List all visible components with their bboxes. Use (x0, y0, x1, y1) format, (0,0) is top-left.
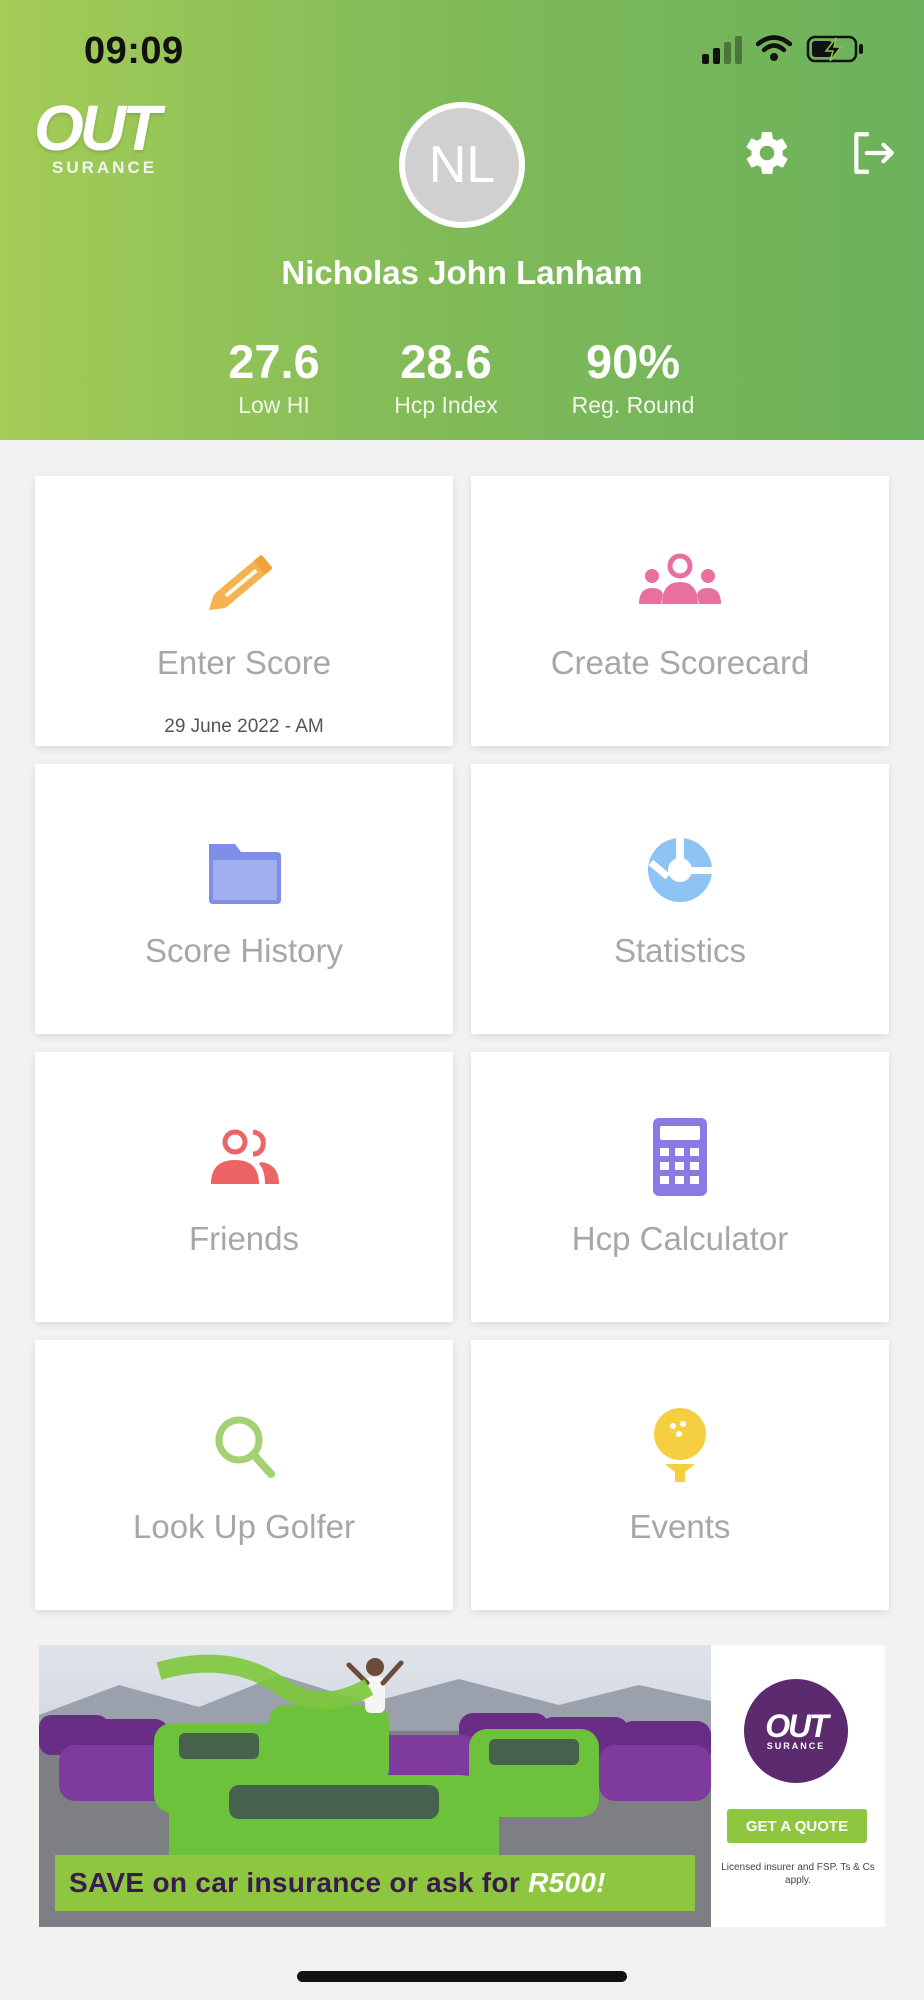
profile-header: 09:09 OUT SURANCE NL Nicholas John Lanha… (0, 0, 924, 440)
group-icon (639, 553, 721, 604)
golf-ball-tee-icon (654, 1408, 706, 1482)
tile-label: Score History (144, 932, 344, 969)
tile-score-history[interactable]: Score History (35, 764, 453, 1034)
cellular-signal-icon (702, 34, 742, 64)
user-name: Nicholas John Lanham (281, 254, 643, 291)
tile-label: Statistics (613, 932, 747, 969)
battery-charging-icon (806, 35, 863, 63)
pie-chart-icon (648, 834, 712, 902)
stat-reg-round: 90% Reg. Round (571, 335, 695, 418)
gear-icon[interactable] (742, 128, 792, 178)
stat-low-hi: 27.6 Low HI (228, 335, 320, 418)
logout-icon[interactable] (848, 128, 898, 178)
outsurance-logo: OUT SURANCE (34, 92, 161, 177)
tile-label: Events (629, 1508, 731, 1545)
calculator-icon (653, 1118, 707, 1196)
stat-hcp-index: 28.6 Hcp Index (394, 335, 498, 418)
ad-side-panel: OUT SURANCE GET A QUOTE Licensed insurer… (711, 1645, 885, 1927)
friends-icon (211, 1129, 279, 1184)
pencil-icon (208, 555, 273, 611)
tile-create-scorecard[interactable]: Create Scorecard (471, 476, 889, 746)
ad-photo: SAVE on car insurance or ask for R500! (39, 1645, 711, 1927)
avatar[interactable]: NL (399, 102, 525, 228)
tile-label: Enter Score (156, 644, 332, 681)
ad-headline: SAVE on car insurance or ask for R500! (55, 1855, 695, 1911)
tile-friends[interactable]: Friends (35, 1052, 453, 1322)
home-indicator[interactable] (297, 1971, 627, 1982)
search-icon (215, 1416, 275, 1478)
tile-label: Friends (188, 1220, 300, 1257)
ad-outsurance-logo: OUT SURANCE (744, 1679, 848, 1783)
get-quote-button[interactable]: GET A QUOTE (727, 1809, 867, 1843)
tile-label: Create Scorecard (550, 644, 810, 681)
tile-sub-date: 29 June 2022 - AM (164, 716, 324, 737)
tile-look-up-golfer[interactable]: Look Up Golfer (35, 1340, 453, 1610)
tile-label: Hcp Calculator (571, 1220, 789, 1257)
status-icons (702, 34, 866, 64)
ad-legal-text: Licensed insurer and FSP. Ts & Cs apply. (721, 1862, 875, 1886)
wifi-icon (756, 35, 792, 61)
folder-icon (209, 844, 281, 904)
ad-banner[interactable]: SAVE on car insurance or ask for R500! O… (39, 1645, 885, 1927)
tile-label: Look Up Golfer (133, 1508, 355, 1545)
tile-enter-score[interactable]: Enter Score 29 June 2022 - AM (35, 476, 453, 746)
status-time: 09:09 (84, 30, 184, 72)
tile-statistics[interactable]: Statistics (471, 764, 889, 1034)
tile-hcp-calculator[interactable]: Hcp Calculator (471, 1052, 889, 1322)
tile-events[interactable]: Events (471, 1340, 889, 1610)
